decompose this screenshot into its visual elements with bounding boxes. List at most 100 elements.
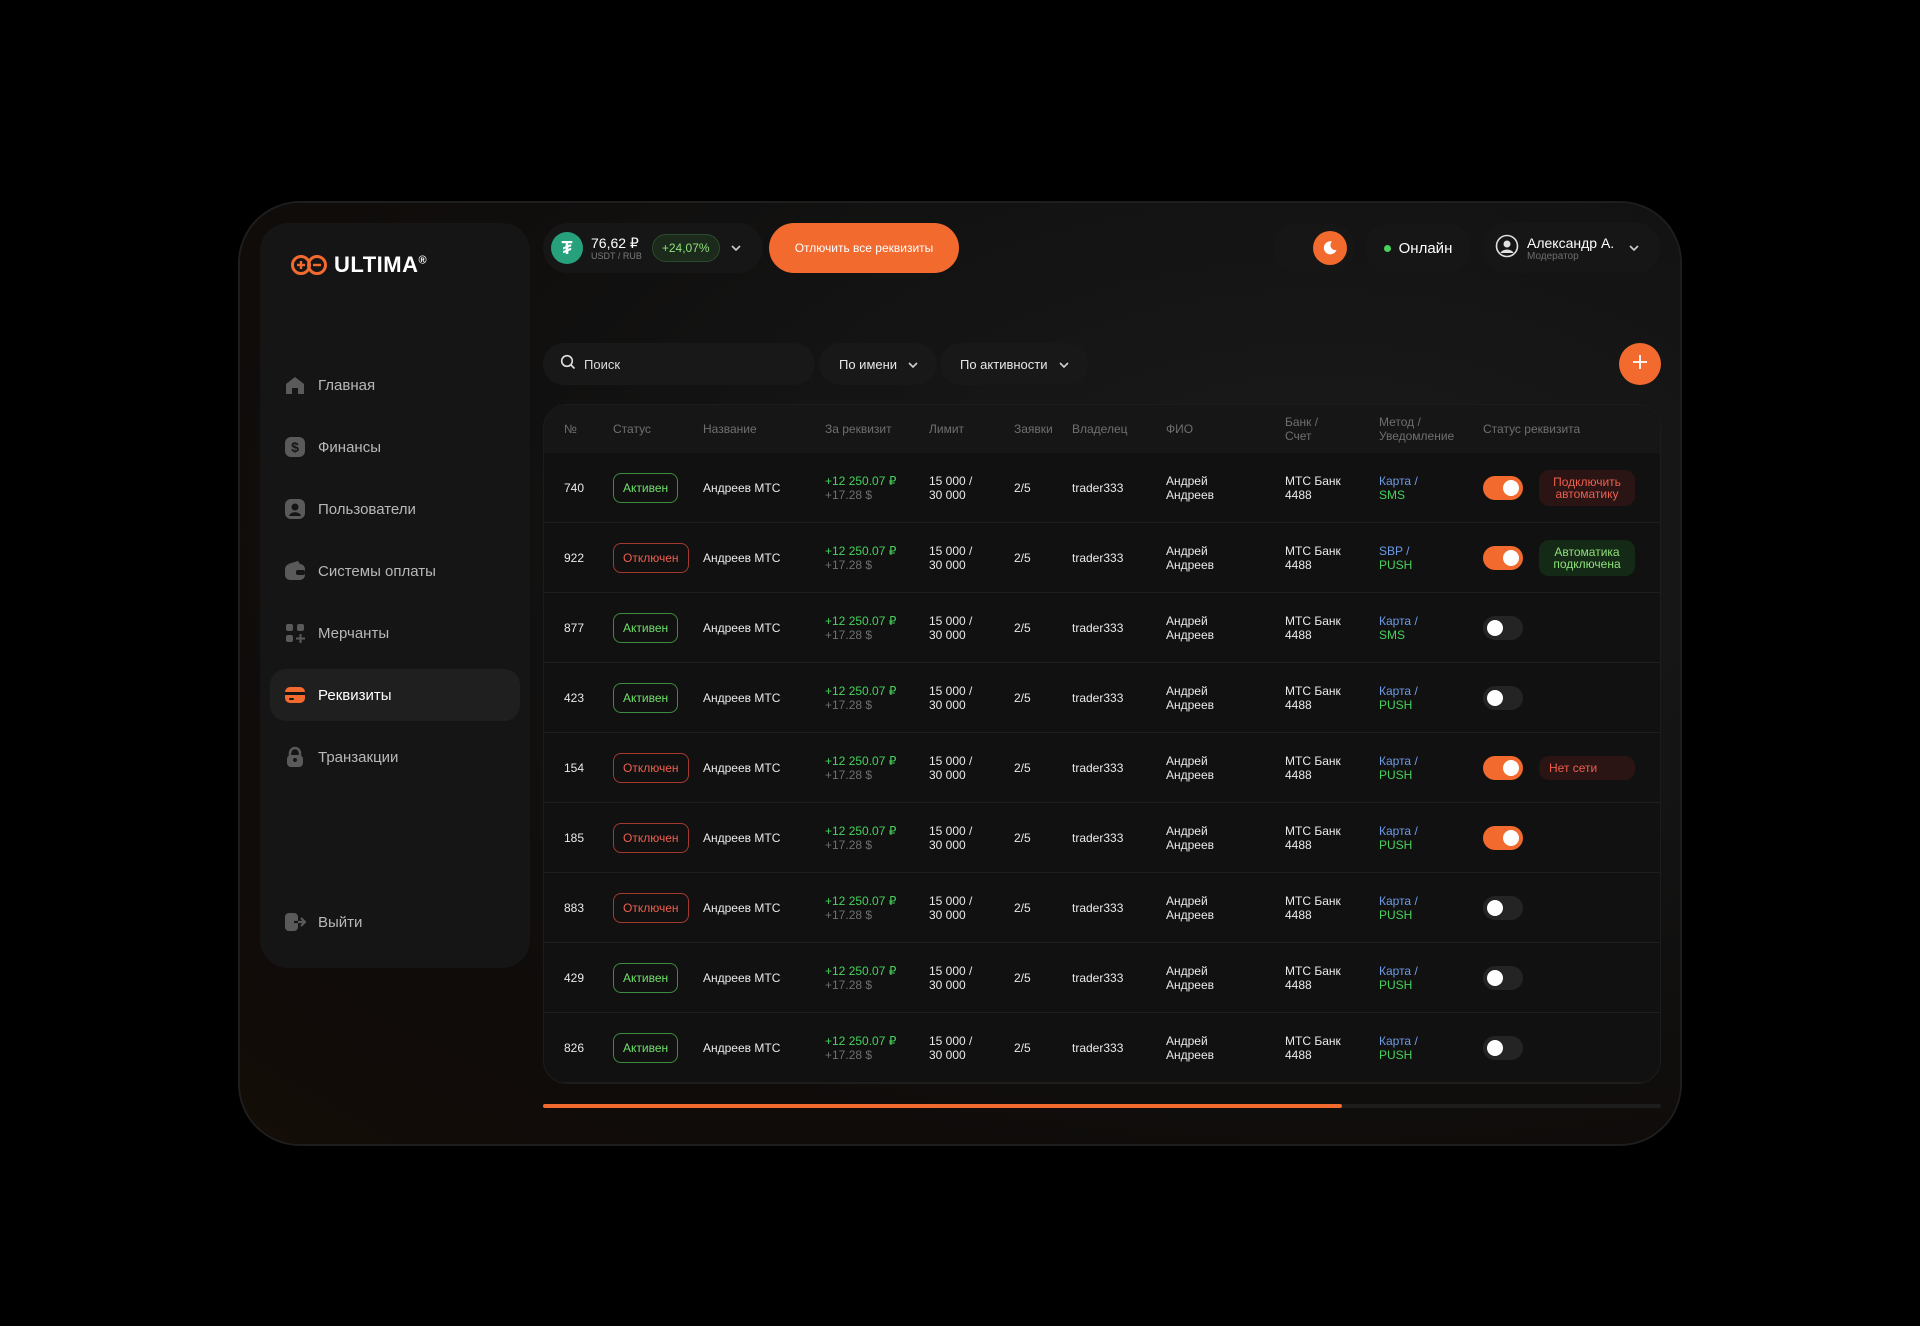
row-number: 877 [564, 621, 585, 635]
limit-cell: 15 000 /30 000 [929, 614, 973, 642]
requisite-name: Андреев МТС [703, 1041, 781, 1055]
table-row[interactable]: 429 Активен Андреев МТС +12 250.07 ₽ +17.28 … [544, 943, 1660, 1013]
sort-by-activity-dropdown[interactable]: По активности [940, 343, 1088, 385]
bank-cell: МТС Банк 4488 [1285, 894, 1341, 922]
requisite-toggle[interactable] [1483, 966, 1523, 990]
requisite-status-tag[interactable]: Подключить автоматику [1539, 470, 1635, 506]
sidebar-item-users[interactable]: Пользователи [270, 483, 520, 535]
table-row[interactable]: 423 Активен Андреев МТС +12 250.07 ₽ +17.28 … [544, 663, 1660, 733]
col-header-number: № [564, 422, 577, 436]
search-input[interactable] [584, 356, 804, 372]
sidebar-item-label: Мерчанты [318, 624, 390, 642]
row-number: 429 [564, 971, 585, 985]
amount-cell: +12 250.07 ₽ +17.28 $ [825, 754, 897, 782]
status-badge: Отключен [613, 893, 689, 923]
table-row[interactable]: 154 Отключен Андреев МТС +12 250.07 ₽ +17.28… [544, 733, 1660, 803]
bank-cell: МТС Банк 4488 [1285, 1034, 1341, 1062]
toggle-knob [1487, 690, 1503, 706]
add-requisite-button[interactable] [1619, 343, 1661, 385]
currency-rate-widget[interactable]: ₮ 76,62 ₽ USDT / RUB +24,07% [543, 223, 763, 273]
method-cell: Карта / PUSH [1379, 754, 1418, 782]
requests-cell: 2/5 [1014, 621, 1031, 635]
method-cell: Карта / PUSH [1379, 824, 1418, 852]
method-cell: Карта / SMS [1379, 474, 1418, 502]
logo-icon [291, 255, 327, 275]
requisite-name: Андреев МТС [703, 551, 781, 565]
bank-cell: МТС Банк 4488 [1285, 824, 1341, 852]
method-cell: Карта / PUSH [1379, 964, 1418, 992]
sidebar-item-label: Реквизиты [318, 686, 392, 704]
user-menu[interactable]: Александр А. Модератор [1483, 223, 1661, 273]
status-badge: Отключен [613, 823, 689, 853]
limit-cell: 15 000 /30 000 [929, 544, 973, 572]
table-row[interactable]: 826 Активен Андреев МТС +12 250.07 ₽ +17.28 … [544, 1013, 1660, 1083]
moon-icon[interactable] [1313, 231, 1347, 265]
chevron-down-icon[interactable] [730, 239, 742, 257]
requisite-toggle[interactable] [1483, 896, 1523, 920]
owner-cell: trader333 [1072, 551, 1124, 565]
owner-cell: trader333 [1072, 761, 1124, 775]
filter-label: По имени [839, 356, 898, 372]
table-row[interactable]: 877 Активен Андреев МТС +12 250.07 ₽ +17.28 … [544, 593, 1660, 663]
fio-cell: Андрей Андреев [1166, 824, 1215, 852]
table-row[interactable]: 740 Активен Андреев МТС +12 250.07 ₽ +17.28 … [544, 453, 1660, 523]
requisite-toggle[interactable] [1483, 546, 1523, 570]
sidebar-item-requisites[interactable]: Реквизиты [270, 669, 520, 721]
sidebar-item-label: Финансы [318, 438, 381, 456]
requisite-toggle[interactable] [1483, 616, 1523, 640]
requests-cell: 2/5 [1014, 481, 1031, 495]
chevron-down-icon [1058, 357, 1070, 372]
col-header-method: Метод / Уведомление [1379, 415, 1455, 443]
brand-logo[interactable]: ULTIMA® [290, 252, 427, 278]
amount-cell: +12 250.07 ₽ +17.28 $ [825, 544, 897, 572]
requisite-toggle[interactable] [1483, 476, 1523, 500]
amount-cell: +12 250.07 ₽ +17.28 $ [825, 894, 897, 922]
requisite-toggle[interactable] [1483, 826, 1523, 850]
requisite-toggle[interactable] [1483, 1036, 1523, 1060]
requisite-toggle[interactable] [1483, 686, 1523, 710]
sidebar-item-payment-systems[interactable]: Системы оплаты [270, 545, 520, 597]
requisite-status-tag[interactable]: Автоматика подключена [1539, 540, 1635, 576]
online-status[interactable]: Онлайн [1365, 223, 1471, 273]
owner-cell: trader333 [1072, 691, 1124, 705]
svg-text:$: $ [291, 439, 299, 455]
requests-cell: 2/5 [1014, 831, 1031, 845]
sort-by-name-dropdown[interactable]: По имени [819, 343, 938, 385]
table-row[interactable]: 922 Отключен Андреев МТС +12 250.07 ₽ +17.28… [544, 523, 1660, 593]
scroll-progress-bar[interactable] [543, 1104, 1661, 1108]
status-badge: Отключен [613, 543, 689, 573]
sidebar: ULTIMA® Главная $ Финансы Пользователи С… [260, 223, 530, 968]
table-row[interactable]: 883 Отключен Андреев МТС +12 250.07 ₽ +17.28… [544, 873, 1660, 943]
tether-icon: ₮ [551, 232, 583, 264]
row-number: 826 [564, 1041, 585, 1055]
requisite-status-tag[interactable]: Нет сети [1539, 756, 1635, 780]
toggle-knob [1487, 900, 1503, 916]
online-dot-icon [1383, 244, 1391, 252]
logout-button[interactable]: Выйти [270, 896, 520, 948]
owner-cell: trader333 [1072, 1041, 1124, 1055]
online-label: Онлайн [1398, 239, 1453, 257]
bank-cell: МТС Банк 4488 [1285, 474, 1341, 502]
row-number: 154 [564, 761, 585, 775]
user-icon [284, 498, 306, 520]
col-header-status: Статус [613, 422, 651, 436]
sidebar-item-merchants[interactable]: Мерчанты [270, 607, 520, 659]
sidebar-item-finance[interactable]: $ Финансы [270, 421, 520, 473]
fio-cell: Андрей Андреев [1166, 964, 1215, 992]
requisite-toggle[interactable] [1483, 756, 1523, 780]
row-number: 423 [564, 691, 585, 705]
wallet-icon [284, 560, 306, 582]
sidebar-item-transactions[interactable]: Транзакции [270, 731, 520, 783]
method-cell: Карта / PUSH [1379, 894, 1418, 922]
sidebar-item-home[interactable]: Главная [270, 359, 520, 411]
amount-cell: +12 250.07 ₽ +17.28 $ [825, 1034, 897, 1062]
toggle-knob [1503, 550, 1519, 566]
sidebar-item-label: Главная [318, 376, 376, 394]
disable-all-requisites-button[interactable]: Отлючить все реквизиты [769, 223, 959, 273]
table-row[interactable]: 185 Отключен Андреев МТС +12 250.07 ₽ +17.28… [544, 803, 1660, 873]
home-icon [284, 374, 306, 396]
limit-cell: 15 000 /30 000 [929, 1034, 973, 1062]
amount-cell: +12 250.07 ₽ +17.28 $ [825, 614, 897, 642]
rate-change-badge: +24,07% [651, 234, 720, 262]
limit-cell: 15 000 /30 000 [929, 894, 973, 922]
